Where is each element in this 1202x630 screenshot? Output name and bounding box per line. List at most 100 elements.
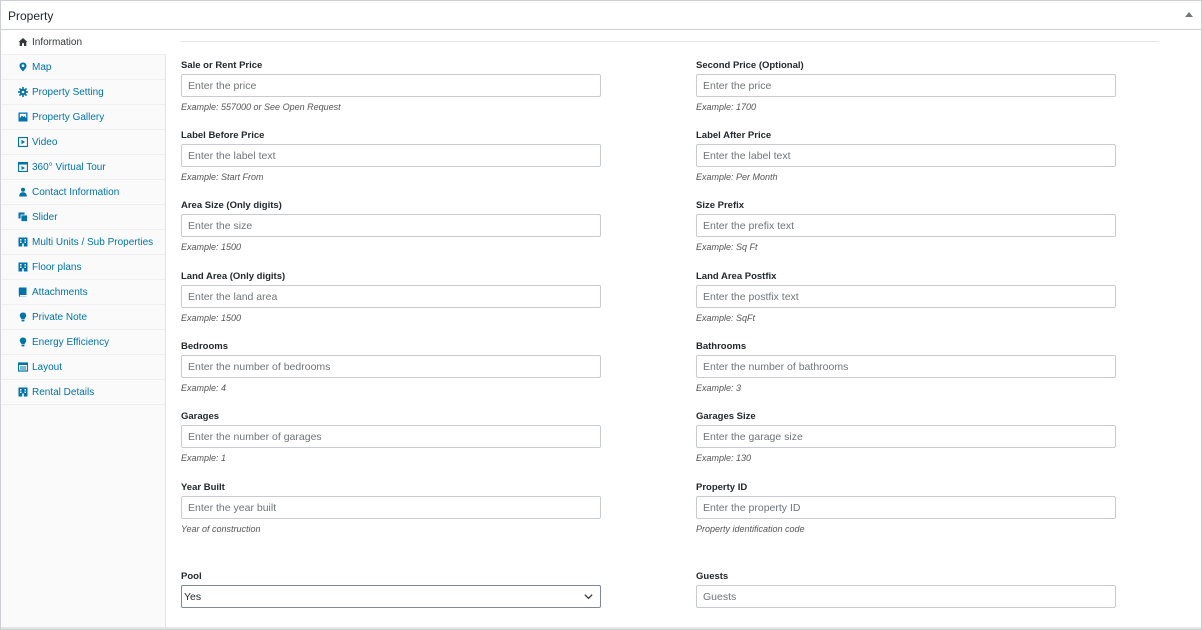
garages-size-input[interactable] bbox=[696, 425, 1116, 448]
pool-selected-value: Yes bbox=[184, 590, 202, 603]
sidebar-item-label: Slider bbox=[32, 211, 58, 223]
sidebar-item-energy-efficiency[interactable]: Energy Efficiency bbox=[1, 330, 165, 355]
pool-field-group: Pool Yes bbox=[181, 571, 601, 608]
second-price-input[interactable] bbox=[696, 74, 1116, 97]
garages-size-field-group: Garages Size Example: 130 bbox=[696, 411, 1116, 465]
garages-field-group: Garages Example: 1 bbox=[181, 411, 601, 465]
land-postfix-description: Example: SqFt bbox=[696, 313, 756, 323]
property-id-label: Property ID bbox=[696, 482, 748, 493]
land-postfix-label: Land Area Postfix bbox=[696, 271, 777, 282]
sale-price-description: Example: 557000 or See Open Request bbox=[181, 102, 341, 112]
sidebar-item-contact-information[interactable]: Contact Information bbox=[1, 180, 165, 205]
size-prefix-description: Example: Sq Ft bbox=[696, 242, 758, 252]
garages-size-description: Example: 130 bbox=[696, 453, 752, 463]
sidebar-item-property-setting[interactable]: Property Setting bbox=[1, 80, 165, 105]
year-built-input[interactable] bbox=[181, 496, 601, 519]
sidebar-item-label: Private Note bbox=[32, 311, 88, 323]
sidebar-item-video[interactable]: Video bbox=[1, 130, 165, 155]
property-id-input[interactable] bbox=[696, 496, 1116, 519]
area-size-label: Area Size (Only digits) bbox=[181, 200, 282, 211]
land-area-description: Example: 1500 bbox=[181, 313, 242, 323]
lightbulb-icon bbox=[17, 337, 28, 348]
land-area-label: Land Area (Only digits) bbox=[181, 271, 286, 282]
guests-input[interactable] bbox=[696, 585, 1116, 608]
sidebar-item-layout[interactable]: Layout bbox=[1, 355, 165, 380]
second-price-label: Second Price (Optional) bbox=[696, 60, 804, 71]
sidebar-item-rental-details[interactable]: Rental Details bbox=[1, 380, 165, 405]
sidebar-item-information[interactable]: Information bbox=[1, 30, 166, 55]
garages-description: Example: 1 bbox=[181, 453, 227, 463]
sidebar-item-slider[interactable]: Slider bbox=[1, 205, 165, 230]
sidebar-item-label: Contact Information bbox=[32, 186, 120, 198]
sidebar-item-floor-plans[interactable]: Floor plans bbox=[1, 255, 165, 280]
bedrooms-label: Bedrooms bbox=[181, 341, 228, 352]
second-price-description: Example: 1700 bbox=[696, 102, 757, 112]
home-icon bbox=[17, 37, 28, 48]
year-built-description: Year of construction bbox=[181, 524, 261, 534]
gear-icon bbox=[17, 87, 28, 98]
sale-price-label: Sale or Rent Price bbox=[181, 60, 263, 71]
floor-plan-icon bbox=[17, 262, 28, 273]
book-icon bbox=[17, 287, 28, 298]
sidebar-item-label: Layout bbox=[32, 361, 63, 373]
label-before-input[interactable] bbox=[181, 144, 601, 167]
sidebar-item-label: Floor plans bbox=[32, 261, 82, 273]
year-built-field-group: Year Built Year of construction bbox=[181, 482, 601, 536]
land-postfix-field-group: Land Area Postfix Example: SqFt bbox=[696, 271, 1116, 325]
sidebar-item-private-note[interactable]: Private Note bbox=[1, 305, 165, 330]
user-icon bbox=[17, 187, 28, 198]
area-size-input[interactable] bbox=[181, 214, 601, 237]
bathrooms-label: Bathrooms bbox=[696, 341, 747, 352]
area-size-field-group: Area Size (Only digits) Example: 1500 bbox=[181, 200, 601, 254]
size-prefix-label: Size Prefix bbox=[696, 200, 745, 211]
sidebar-item-attachments[interactable]: Attachments bbox=[1, 280, 165, 305]
guests-field-group: Guests bbox=[696, 571, 1116, 608]
divider bbox=[181, 41, 1159, 42]
bathrooms-input[interactable] bbox=[696, 355, 1116, 378]
virtual-tour-icon bbox=[17, 162, 28, 173]
panel-header: Property bbox=[1, 1, 1201, 30]
collapse-arrow-icon[interactable] bbox=[1185, 12, 1193, 17]
bottom-border bbox=[1, 627, 1201, 629]
sidebar-item-property-gallery[interactable]: Property Gallery bbox=[1, 105, 165, 130]
pool-label: Pool bbox=[181, 571, 202, 582]
guests-label: Guests bbox=[696, 571, 729, 582]
sidebar-item-label: Video bbox=[32, 136, 58, 148]
bathrooms-description: Example: 3 bbox=[696, 383, 742, 393]
label-after-input[interactable] bbox=[696, 144, 1116, 167]
label-before-field-group: Label Before Price Example: Start From bbox=[181, 130, 601, 184]
building-icon bbox=[17, 387, 28, 398]
label-after-description: Example: Per Month bbox=[696, 172, 778, 182]
garages-input[interactable] bbox=[181, 425, 601, 448]
sidebar-item-label: Property Setting bbox=[32, 86, 104, 98]
garages-size-label: Garages Size bbox=[696, 411, 756, 422]
sale-price-input[interactable] bbox=[181, 74, 601, 97]
label-before-label: Label Before Price bbox=[181, 130, 265, 141]
bathrooms-field-group: Bathrooms Example: 3 bbox=[696, 341, 1116, 395]
size-prefix-input[interactable] bbox=[696, 214, 1116, 237]
land-area-field-group: Land Area (Only digits) Example: 1500 bbox=[181, 271, 601, 325]
label-after-field-group: Label After Price Example: Per Month bbox=[696, 130, 1116, 184]
second-price-field-group: Second Price (Optional) Example: 1700 bbox=[696, 60, 1116, 114]
bedrooms-input[interactable] bbox=[181, 355, 601, 378]
pool-select[interactable]: Yes bbox=[181, 585, 601, 608]
sidebar-item-label: Map bbox=[32, 61, 52, 73]
sidebar-item-multi-units[interactable]: Multi Units / Sub Properties bbox=[1, 230, 165, 255]
sidebar-item-label: Information bbox=[32, 36, 83, 48]
land-area-input[interactable] bbox=[181, 285, 601, 308]
lightbulb-icon bbox=[17, 312, 28, 323]
land-postfix-input[interactable] bbox=[696, 285, 1116, 308]
property-id-field-group: Property ID Property identification code bbox=[696, 482, 1116, 536]
information-content: Sale or Rent Price Example: 557000 or Se… bbox=[167, 30, 1201, 629]
building-icon bbox=[17, 237, 28, 248]
year-built-label: Year Built bbox=[181, 482, 225, 493]
map-marker-icon bbox=[17, 62, 28, 73]
label-before-description: Example: Start From bbox=[181, 172, 264, 182]
bedrooms-description: Example: 4 bbox=[181, 383, 227, 393]
panel-title: Property bbox=[8, 9, 54, 23]
chevron-down-icon bbox=[581, 590, 595, 604]
sidebar-item-map[interactable]: Map bbox=[1, 55, 165, 80]
slider-icon bbox=[17, 212, 28, 223]
sidebar-item-label: Multi Units / Sub Properties bbox=[32, 236, 154, 248]
sidebar-item-virtual-tour[interactable]: 360° Virtual Tour bbox=[1, 155, 165, 180]
